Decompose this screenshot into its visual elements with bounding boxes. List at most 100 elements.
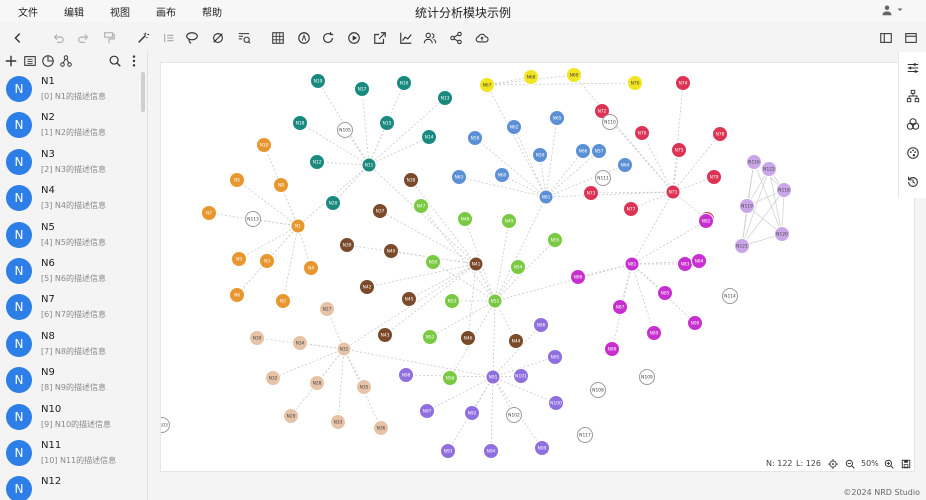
graph-node[interactable]: N12 <box>309 154 325 170</box>
graph-node[interactable]: N11 <box>361 157 377 173</box>
graph-node[interactable]: N119 <box>739 198 755 214</box>
graph-node[interactable]: N91 <box>485 369 501 385</box>
graph-node[interactable]: N114 <box>722 288 738 304</box>
graph-node[interactable]: N75 <box>671 142 687 158</box>
graph-node[interactable]: N20 <box>325 195 341 211</box>
list-item[interactable]: N N8 [7] N8的描述信息 <box>0 327 146 363</box>
graph-node[interactable]: N19 <box>310 73 326 89</box>
graph-node[interactable]: N6 <box>229 287 245 303</box>
graph-node[interactable]: N90 <box>687 315 703 331</box>
graph-node[interactable]: N69 <box>566 67 582 83</box>
save-image-icon[interactable] <box>900 458 911 469</box>
graph-node[interactable]: N30 <box>249 330 265 346</box>
menu-file[interactable]: 文件 <box>18 4 38 19</box>
list-item[interactable]: N N11 [10] N11的描述信息 <box>0 436 146 472</box>
graph-node[interactable]: N5 <box>229 172 245 188</box>
graph-node[interactable]: N108 <box>590 382 606 398</box>
hierarchy-icon[interactable] <box>905 88 921 104</box>
graph-node[interactable]: N113 <box>245 211 261 227</box>
graph-node[interactable]: N66 <box>575 143 591 159</box>
undo-icon[interactable] <box>50 30 66 46</box>
graph-node[interactable]: N2 <box>275 293 291 309</box>
graph-node[interactable]: N109 <box>639 369 655 385</box>
graph-node[interactable]: N98 <box>398 367 414 383</box>
graph-node[interactable]: N36 <box>373 420 389 436</box>
graph-node[interactable]: N96 <box>533 317 549 333</box>
graph-node[interactable]: N37 <box>372 203 388 219</box>
graph-node[interactable]: N59 <box>532 147 548 163</box>
graph-node[interactable]: N88 <box>604 341 620 357</box>
graph-node[interactable]: N111 <box>595 170 611 186</box>
search-icon[interactable] <box>107 53 123 69</box>
graph-node[interactable]: N43 <box>377 327 393 343</box>
graph-node[interactable]: N39 <box>339 237 355 253</box>
graph-node[interactable]: N31 <box>336 341 352 357</box>
window-icon[interactable] <box>903 30 919 46</box>
graph-node[interactable]: N40 <box>383 243 399 259</box>
graph-node[interactable]: N50 <box>425 254 441 270</box>
graph-node[interactable]: N4 <box>303 260 319 276</box>
graph-node[interactable]: N3 <box>259 253 275 269</box>
graph-node[interactable]: N56 <box>442 370 458 386</box>
graph-node[interactable]: N81 <box>624 256 640 272</box>
graph-node[interactable]: N92 <box>464 405 480 421</box>
list-item[interactable]: N N10 [9] N10的描述信息 <box>0 400 146 436</box>
redo-icon[interactable] <box>76 30 92 46</box>
graph-node[interactable]: N28 <box>309 375 325 391</box>
graph-node[interactable]: N68 <box>523 69 539 85</box>
graph-node[interactable]: N97 <box>419 403 435 419</box>
graph-node[interactable]: N65 <box>549 110 565 126</box>
graph-canvas[interactable]: N1 N5 N6 N7 N8 N9 N10 N2 N3 N4 N113 N11 N12 N13 N14 N15… <box>160 62 915 472</box>
lasso-icon[interactable] <box>184 30 200 46</box>
graph-node[interactable]: N38 <box>403 172 419 188</box>
graph-node[interactable]: N1 <box>290 218 306 234</box>
zoom-in-icon[interactable] <box>883 458 894 469</box>
graph-node[interactable]: N44 <box>508 333 524 349</box>
graph-node[interactable]: N57 <box>591 143 607 159</box>
list-item[interactable]: N N2 [1] N2的描述信息 <box>0 108 146 144</box>
graph-node[interactable]: N52 <box>422 329 438 345</box>
more-vertical-icon[interactable] <box>126 53 142 69</box>
list-item[interactable]: N N9 [8] N9的描述信息 <box>0 363 146 399</box>
graph-node[interactable]: N47 <box>413 198 429 214</box>
graph-node[interactable]: N122 <box>761 161 777 177</box>
line-chart-icon[interactable] <box>398 30 414 46</box>
graph-node[interactable]: N18 <box>292 115 308 131</box>
graph-node[interactable]: N83 <box>677 256 693 272</box>
graph-node[interactable]: N103 <box>161 417 170 433</box>
graph-node[interactable]: N95 <box>547 349 563 365</box>
graph-node[interactable]: N45 <box>401 291 417 307</box>
graph-node[interactable]: N100 <box>548 395 564 411</box>
graph-node[interactable]: N8 <box>273 177 289 193</box>
graph-node[interactable]: N15 <box>379 115 395 131</box>
graph-node[interactable]: N85 <box>657 285 673 301</box>
node-list-scrollbar[interactable] <box>141 72 145 112</box>
graph-node[interactable]: N70 <box>627 75 643 91</box>
left-panel-icon[interactable] <box>878 30 894 46</box>
graph-node[interactable]: N60 <box>494 167 510 183</box>
graph-node[interactable]: N13 <box>437 90 453 106</box>
graph-node[interactable]: N53 <box>444 293 460 309</box>
graph-node[interactable]: N89 <box>646 325 662 341</box>
graph-node[interactable]: N86 <box>570 269 586 285</box>
user-menu[interactable] <box>881 4 904 16</box>
menu-help[interactable]: 帮助 <box>202 4 222 19</box>
graph-node[interactable]: N79 <box>706 169 722 185</box>
graph-node[interactable]: N63 <box>451 169 467 185</box>
graph-node[interactable]: N41 <box>468 256 484 272</box>
graph-node[interactable]: N82 <box>698 213 714 229</box>
graph-node[interactable]: N16 <box>396 75 412 91</box>
list-item[interactable]: N N6 [5] N6的描述信息 <box>0 254 146 290</box>
graph-node[interactable]: N99 <box>534 440 550 456</box>
user-group-icon[interactable] <box>422 30 438 46</box>
graph-node[interactable]: N84 <box>691 253 707 269</box>
graph-node[interactable]: N9 <box>231 251 247 267</box>
graph-node[interactable]: N48 <box>457 211 473 227</box>
cloud-upload-icon[interactable] <box>474 30 490 46</box>
graph-node[interactable]: N34 <box>292 335 308 351</box>
fit-view-icon[interactable] <box>827 458 838 469</box>
sliders-icon[interactable] <box>905 60 921 76</box>
graph-node[interactable]: N67 <box>479 77 495 93</box>
graph-node[interactable]: N102 <box>506 407 522 423</box>
format-paint-icon[interactable] <box>101 30 117 46</box>
